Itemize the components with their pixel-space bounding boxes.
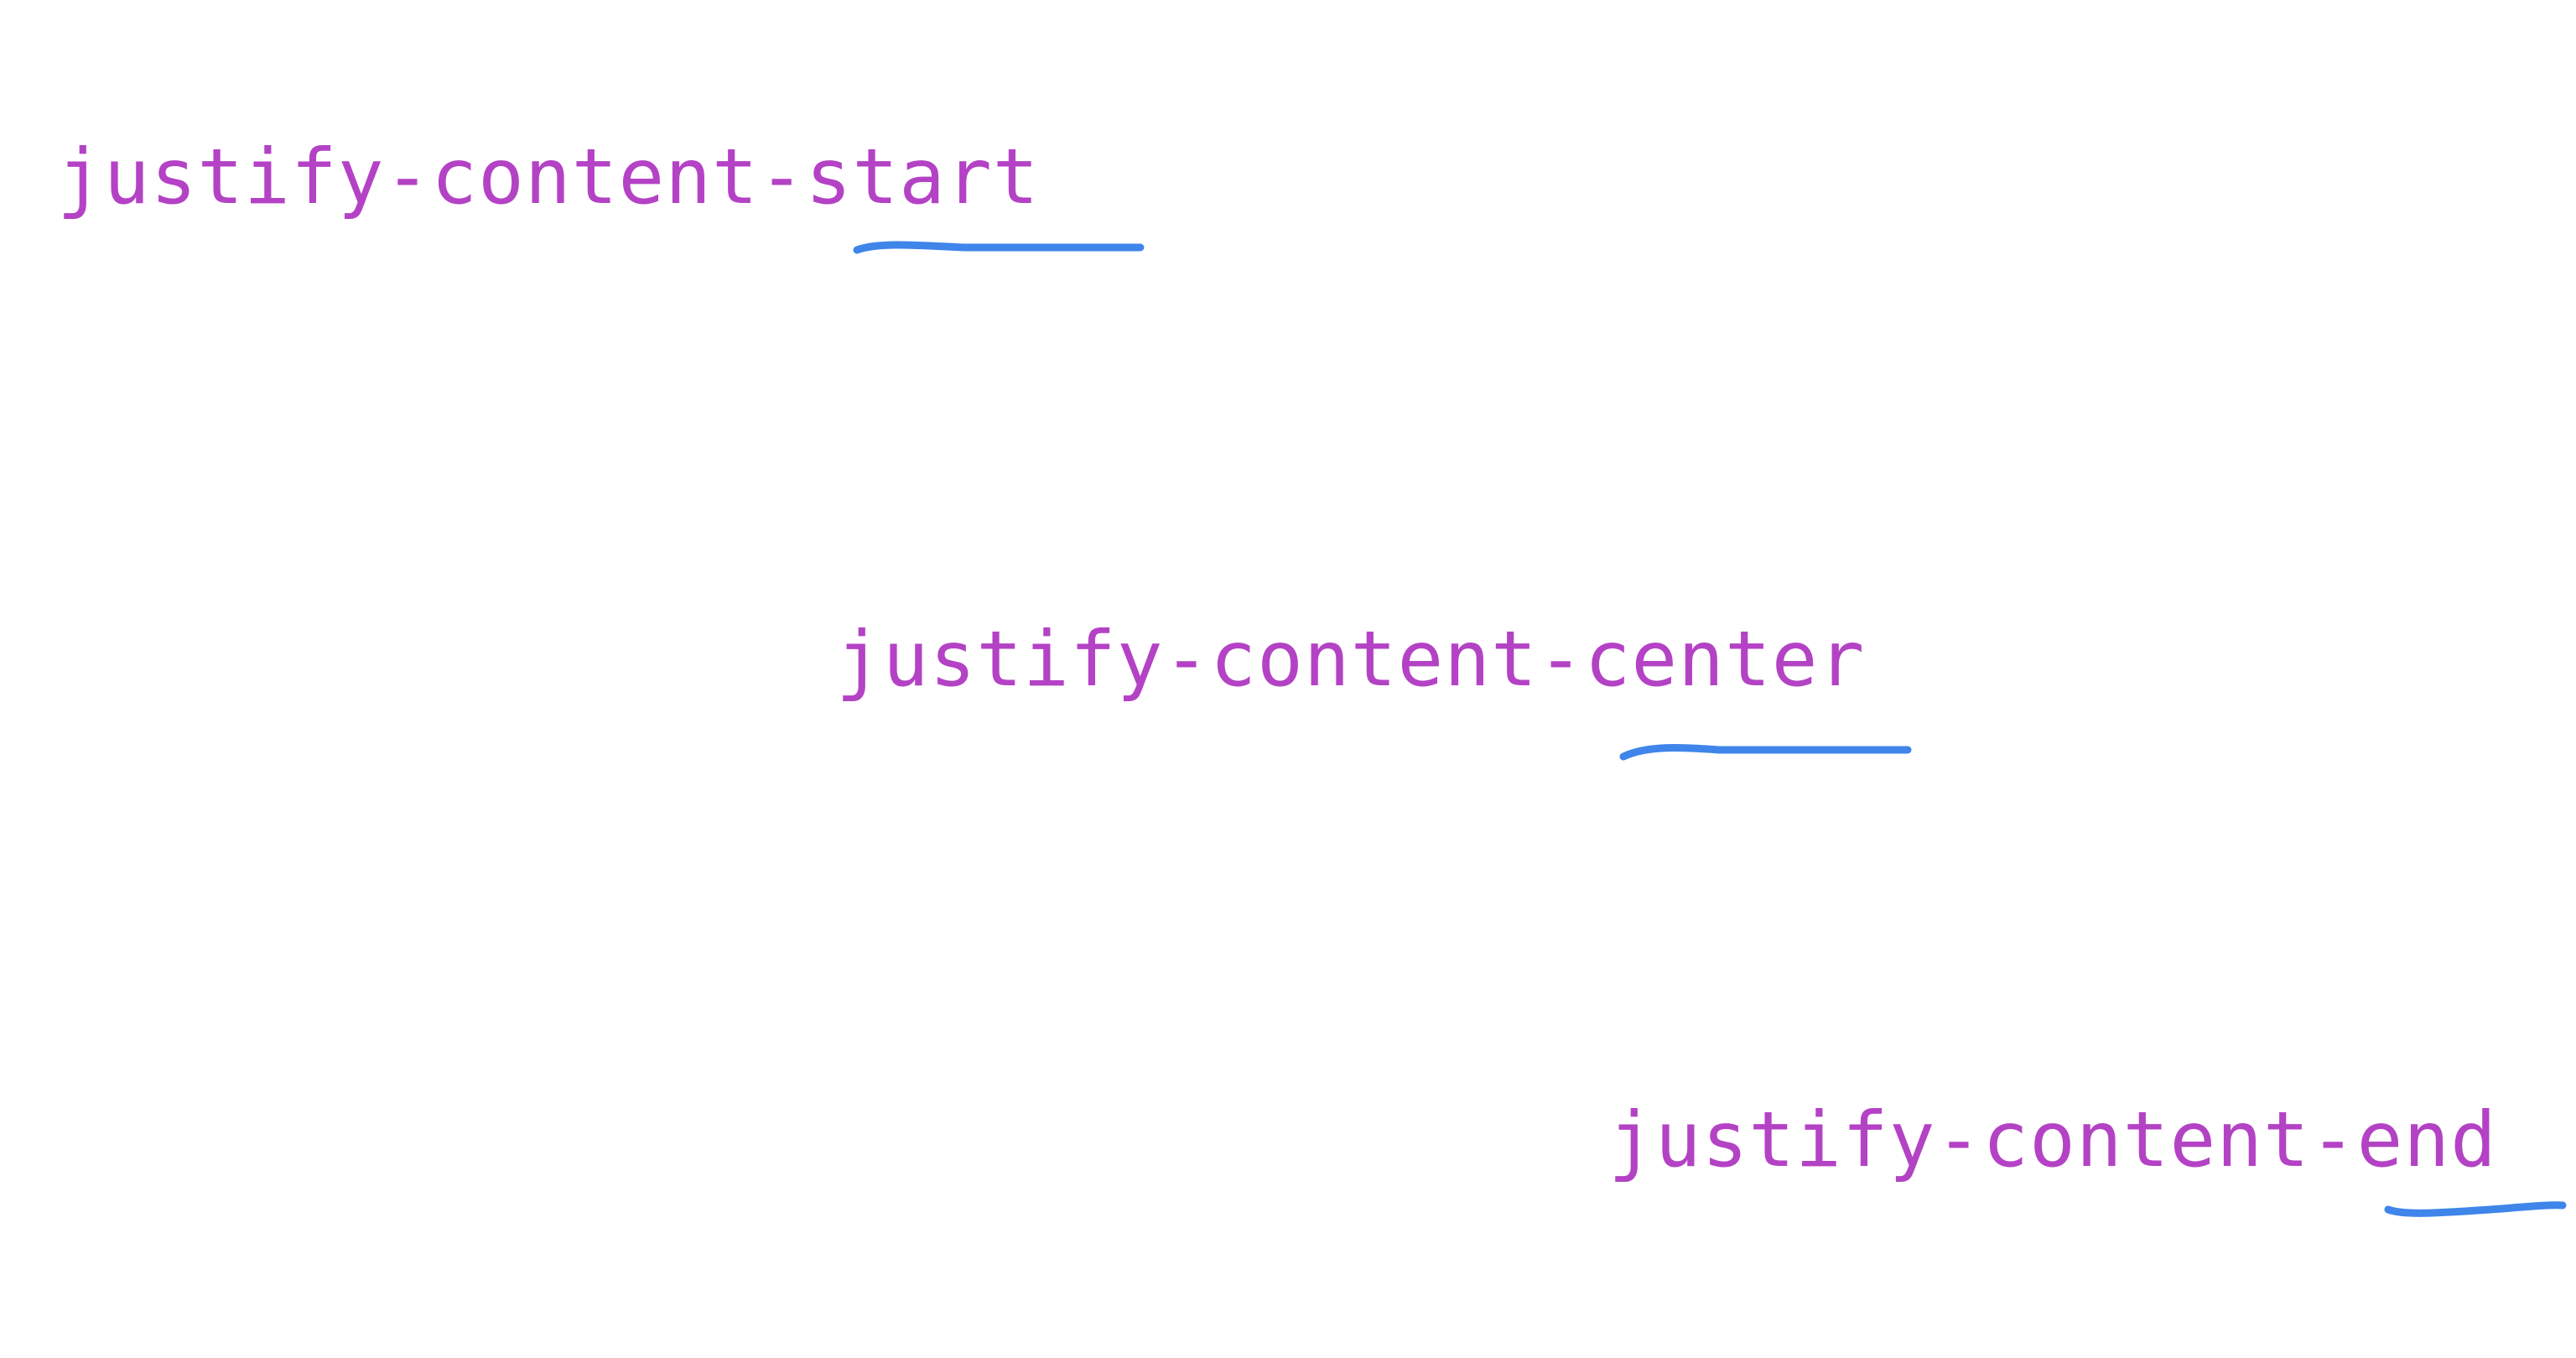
underline-end-stroke (2384, 1201, 2567, 1217)
justify-content-start-label: justify-content-start (57, 133, 1040, 221)
justify-content-end-label: justify-content-end (1608, 1096, 2497, 1184)
underline-start-stroke (853, 241, 1145, 254)
justify-content-center-label: justify-content-center (836, 616, 1866, 704)
underline-center-stroke (1619, 744, 1912, 761)
